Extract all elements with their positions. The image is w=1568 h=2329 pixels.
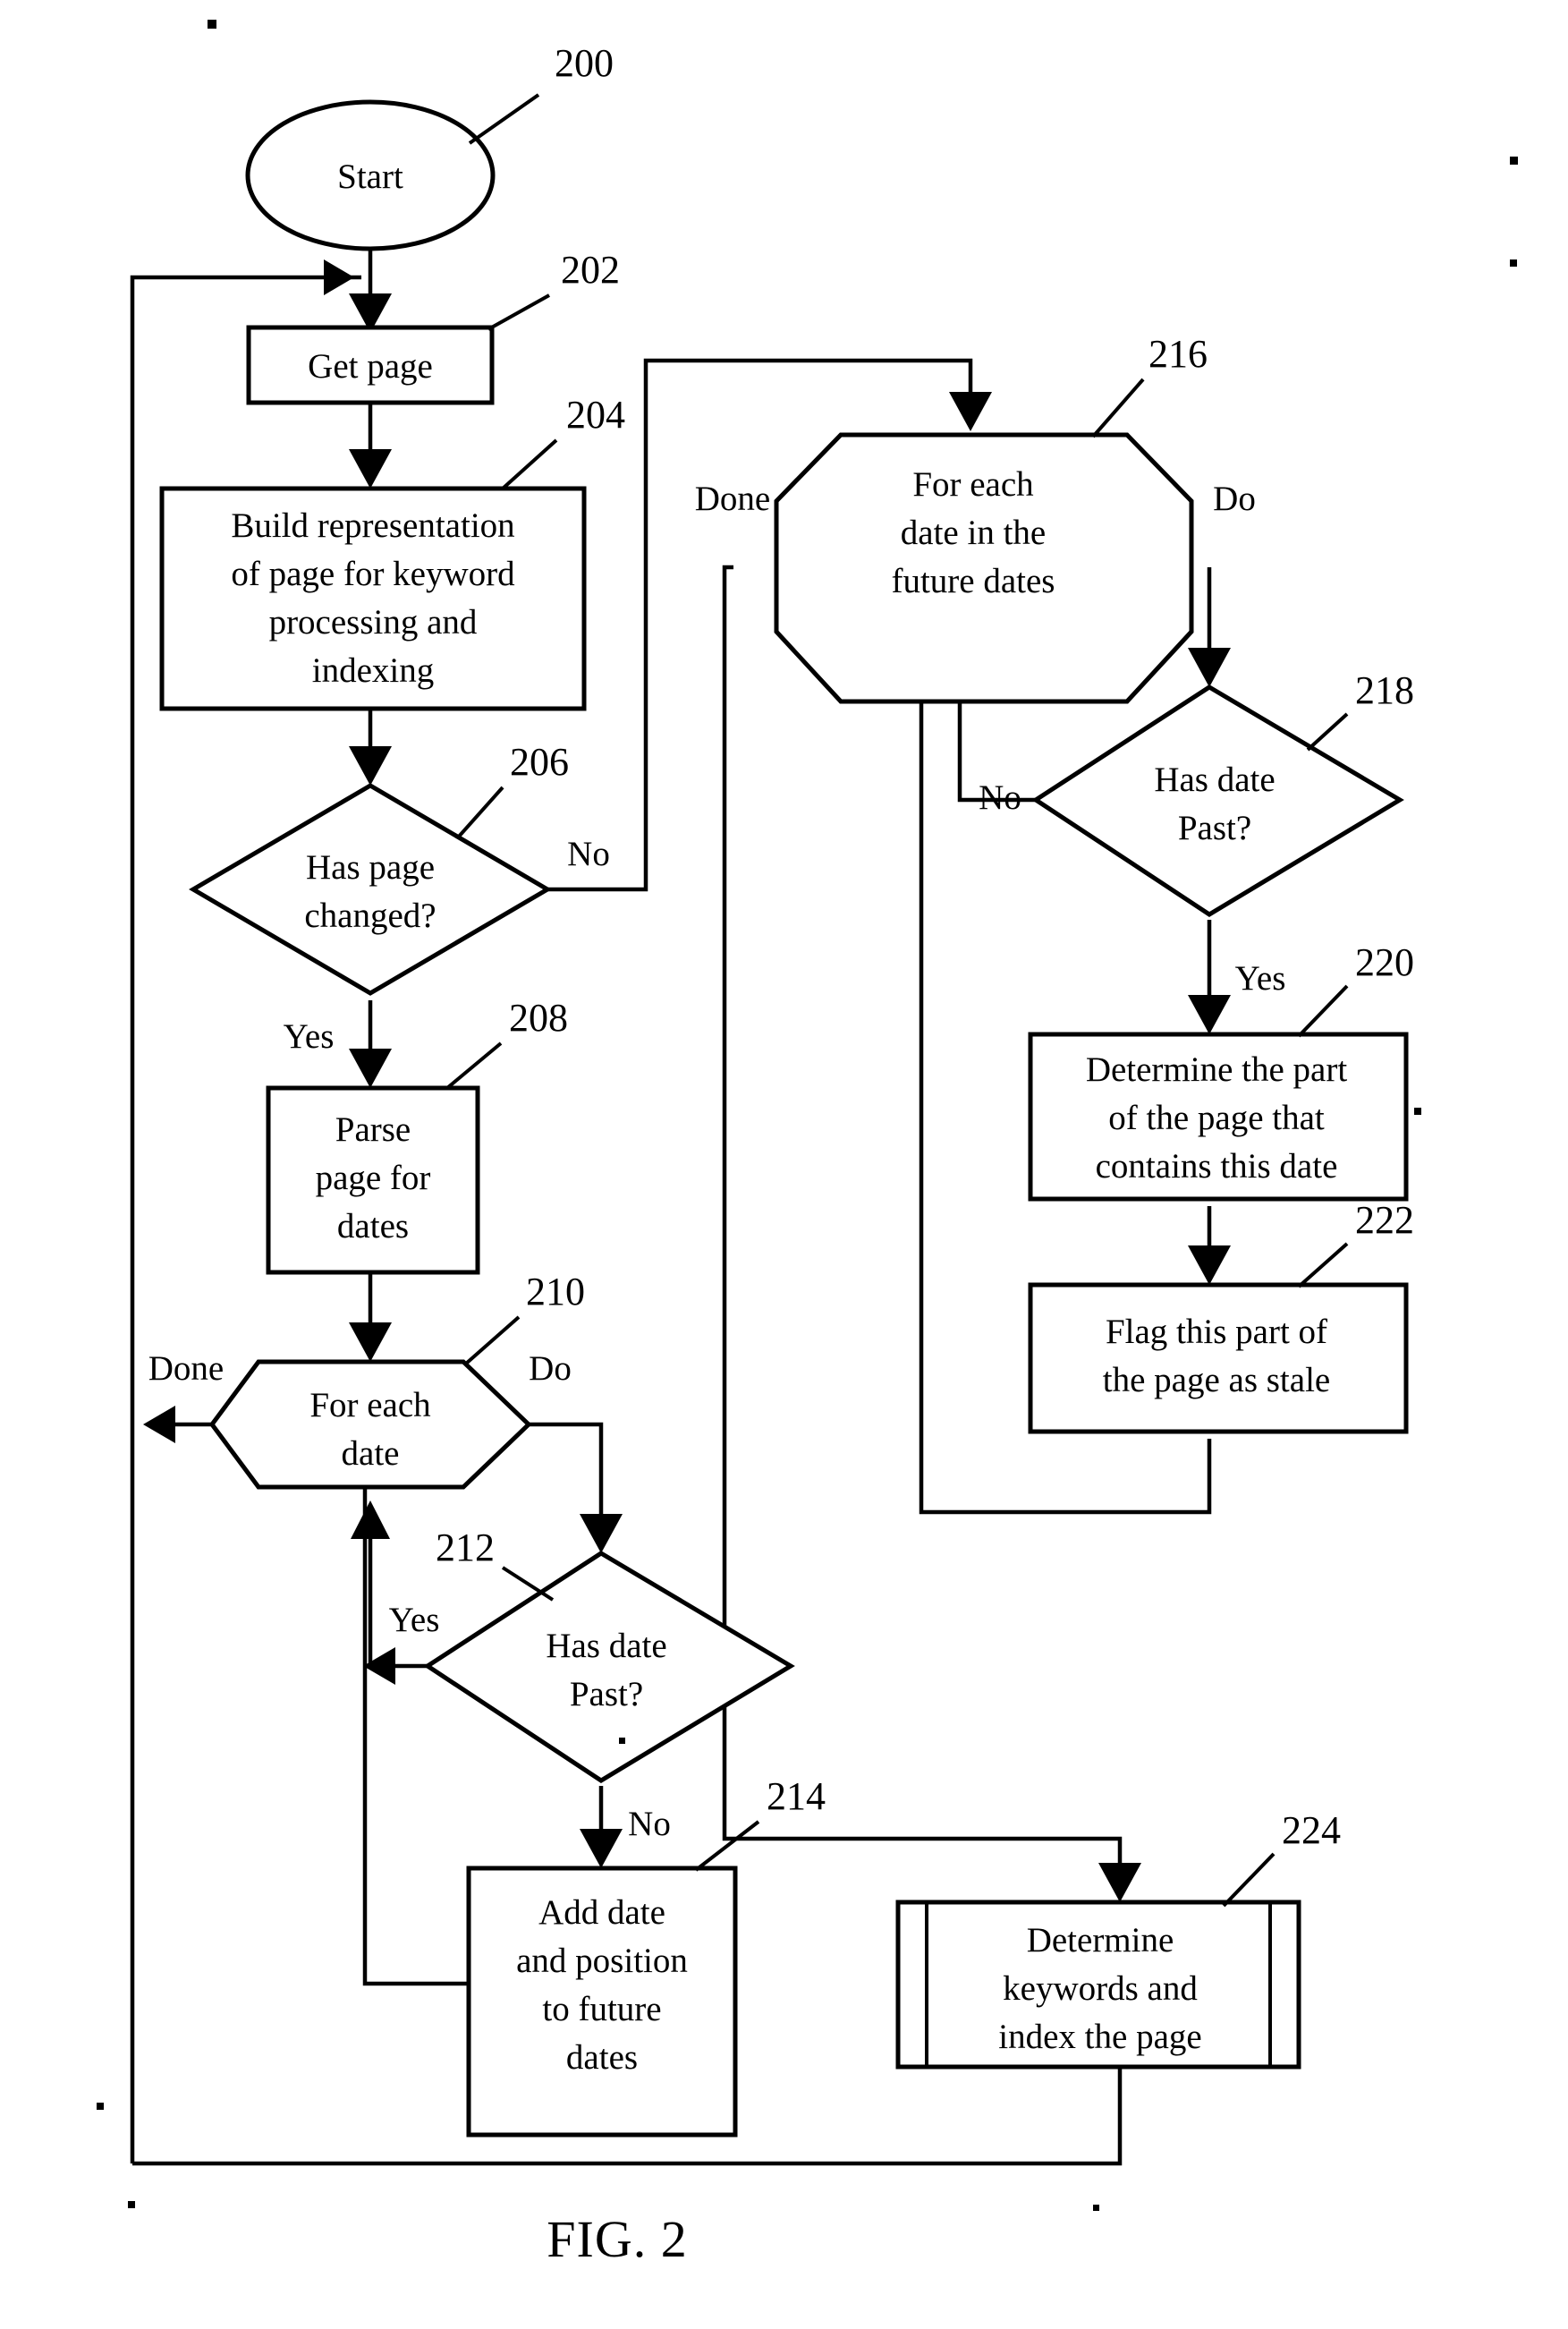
leader-216 [1091, 378, 1145, 438]
node-204-label-line2: of page for keyword [231, 555, 515, 593]
node-222-label-line2: the page as stale [1103, 1361, 1330, 1399]
node-208-label-line2: page for [316, 1159, 431, 1197]
leader-224 [1222, 1852, 1276, 1908]
node-206-has-page-changed[interactable] [189, 783, 552, 996]
arrowhead-into-214 [580, 1829, 623, 1868]
arrowhead-into-206 [349, 746, 392, 786]
node-220-label-line3: contains this date [1096, 1147, 1338, 1186]
leader-208 [445, 1041, 503, 1090]
node-216-label-line2: date in the [901, 514, 1046, 552]
arrowhead-into-212 [580, 1514, 623, 1553]
scan-speck-2 [1510, 157, 1518, 165]
ref-num-200: 200 [555, 41, 614, 85]
leader-218 [1306, 712, 1349, 752]
edge-label-212-yes: Yes [389, 1601, 440, 1639]
arrowhead-into-216-top [949, 392, 992, 431]
edge-label-218-yes: Yes [1235, 959, 1286, 998]
arrowhead-210-done [143, 1406, 175, 1443]
node-204-label-line3: processing and [269, 603, 478, 642]
node-210-label-line1: For each [309, 1386, 430, 1424]
arrowhead-into-210 [349, 1322, 392, 1362]
arrowhead-into-224 [1098, 1863, 1141, 1902]
scan-speck-6 [128, 2201, 135, 2208]
node-206-label-line2: changed? [304, 897, 436, 935]
arrowhead-into-222 [1188, 1245, 1231, 1285]
node-214-label-line3: to future [542, 1990, 661, 2028]
node-216-label-line1: For each [912, 465, 1033, 504]
arrowhead-into-220 [1188, 995, 1231, 1034]
scan-speck-3 [1510, 259, 1517, 267]
leader-220 [1297, 984, 1349, 1038]
leader-202 [487, 293, 550, 331]
node-204-label-line4: indexing [312, 651, 434, 690]
patent-figure: Start Get page Build representation of p… [0, 0, 1568, 2329]
node-214-label-line1: Add date [538, 1893, 665, 1932]
leader-210 [464, 1315, 521, 1365]
ref-num-224: 224 [1282, 1808, 1341, 1852]
edge-label-216-do: Do [1213, 480, 1256, 518]
leader-200 [468, 93, 540, 145]
ref-num-210: 210 [526, 1270, 585, 1313]
node-206-label-line1: Has page [306, 848, 435, 887]
leader-204 [501, 438, 558, 490]
arrowhead-return-into-start-stem [324, 259, 354, 295]
node-202-label-line1: Get page [308, 347, 433, 386]
node-208-label-line1: Parse [335, 1110, 411, 1149]
scan-speck-5 [97, 2103, 104, 2110]
node-208-label-line3: dates [337, 1207, 409, 1245]
node-210-label-line2: date [342, 1434, 400, 1473]
node-224-label-line1: Determine [1027, 1921, 1174, 1959]
node-start-label: Start [337, 157, 403, 196]
node-212-has-date-past[interactable] [423, 1551, 795, 1783]
node-214-label-line4: dates [566, 2038, 638, 2077]
edge-label-210-do: Do [529, 1349, 572, 1388]
arrowhead-into-218 [1188, 648, 1231, 687]
arrowhead-into-208 [349, 1049, 392, 1088]
edge-label-212-no: No [628, 1805, 671, 1843]
node-218-label-line2: Past? [1178, 809, 1251, 847]
node-212-label-line2: Past? [570, 1675, 643, 1713]
node-218-label-line1: Has date [1154, 761, 1275, 799]
leader-212 [501, 1566, 555, 1602]
ref-num-214: 214 [767, 1774, 826, 1818]
node-220-label-line2: of the page that [1108, 1099, 1325, 1137]
arrowhead-212-yes [363, 1647, 395, 1685]
ref-num-208: 208 [509, 996, 568, 1040]
ref-num-218: 218 [1355, 668, 1414, 712]
edge-label-210-done: Done [148, 1349, 224, 1388]
edge-label-206-yes: Yes [284, 1017, 335, 1056]
node-222-label-line1: Flag this part of [1106, 1313, 1327, 1351]
node-212-label-line1: Has date [546, 1627, 666, 1665]
node-218-has-date-past[interactable] [1031, 684, 1404, 917]
node-214-label-line2: and position [516, 1942, 688, 1980]
node-220-label-line1: Determine the part [1086, 1050, 1348, 1089]
leader-222 [1297, 1242, 1349, 1288]
ref-num-206: 206 [510, 740, 569, 784]
node-216-label-line3: future dates [891, 562, 1055, 600]
figure-caption: FIG. 2 [547, 2210, 687, 2268]
ref-num-222: 222 [1355, 1198, 1414, 1242]
leader-206 [456, 786, 504, 839]
ref-num-216: 216 [1148, 332, 1208, 376]
node-224-label-line2: keywords and [1003, 1969, 1198, 2008]
edge-label-216-done: Done [695, 480, 770, 518]
node-204-label-line1: Build representation [231, 506, 514, 545]
scan-speck-4 [1414, 1108, 1421, 1115]
ref-num-212: 212 [436, 1526, 495, 1569]
scan-speck-7 [1093, 2205, 1099, 2211]
ref-num-204: 204 [566, 393, 625, 437]
node-222-flag-part-stale[interactable] [1028, 1282, 1409, 1434]
ref-num-220: 220 [1355, 940, 1414, 984]
scan-speck-8 [619, 1738, 625, 1744]
ref-num-202: 202 [561, 248, 620, 292]
node-224-label-line3: index the page [998, 2018, 1201, 2056]
edge-label-218-no: No [979, 778, 1021, 817]
arrowhead-into-204 [349, 449, 392, 489]
scan-speck-1 [208, 20, 216, 29]
arrowhead-loop-into-210-bottom [351, 1500, 390, 1539]
flowchart-canvas: Start Get page Build representation of p… [97, 20, 1518, 2268]
edge-label-206-no: No [567, 835, 610, 873]
leader-214 [694, 1820, 760, 1872]
